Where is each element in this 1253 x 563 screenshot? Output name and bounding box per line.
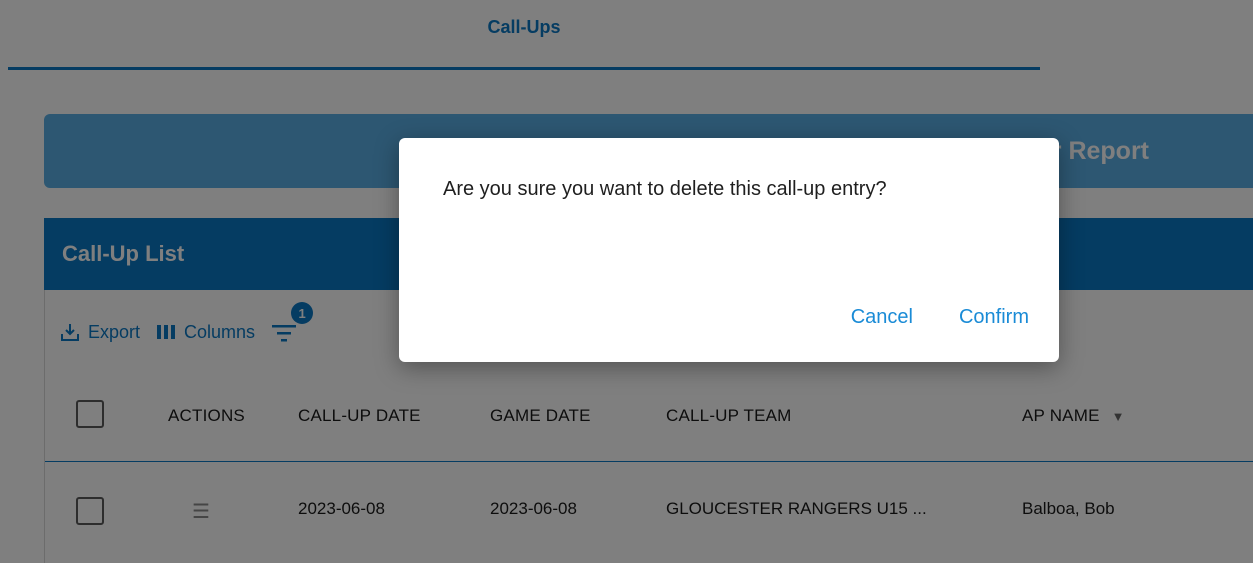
confirm-delete-dialog: Are you sure you want to delete this cal… — [399, 138, 1059, 362]
dialog-message: Are you sure you want to delete this cal… — [443, 178, 887, 200]
cancel-button[interactable]: Cancel — [851, 306, 913, 329]
page: Call-Ups ner Report Call-Up List Export — [0, 0, 1253, 563]
confirm-button[interactable]: Confirm — [959, 306, 1029, 329]
dialog-actions: Cancel Confirm — [851, 306, 1029, 329]
